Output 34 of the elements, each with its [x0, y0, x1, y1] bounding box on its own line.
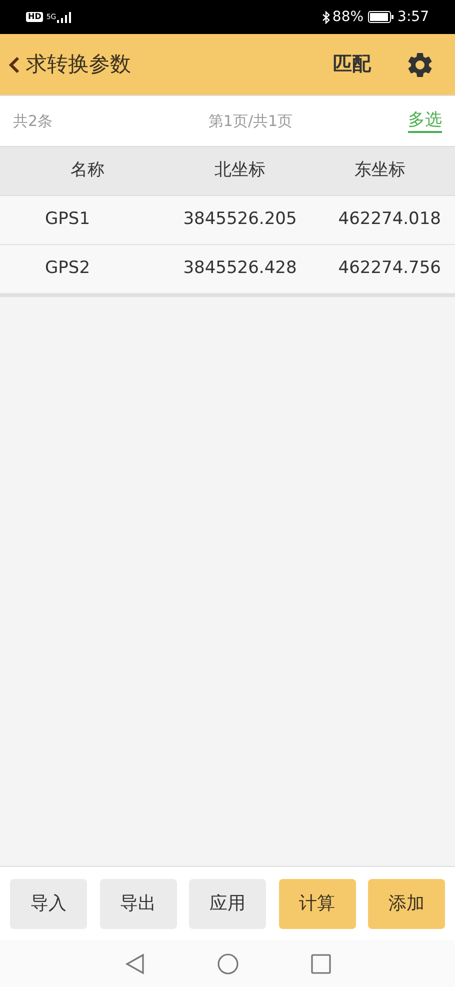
column-header: 北坐标 [214, 159, 266, 182]
recents-nav-icon [310, 954, 330, 974]
page-indicator: 第1页/共1页 [207, 110, 294, 132]
action-button[interactable]: 导入 [10, 878, 87, 928]
signal-icon [57, 12, 72, 22]
column-header: 东坐标 [354, 159, 406, 182]
home-nav-button[interactable] [216, 952, 238, 974]
action-button[interactable]: 添加 [368, 878, 445, 928]
home-nav-icon [216, 952, 238, 974]
table-cell-text: 462274.018 [337, 208, 442, 232]
battery-icon [368, 11, 394, 23]
action-button[interactable]: 计算 [278, 878, 356, 928]
table-cell-text: GPS2 [44, 257, 92, 280]
record-count: 共2条 [13, 110, 54, 132]
action-button[interactable]: 导出 [100, 878, 176, 928]
back-nav-icon [124, 952, 144, 974]
table-cell-text: 3845526.205 [182, 208, 298, 232]
clock: 3:57 [398, 8, 429, 26]
table-row[interactable]: GPS1 3845526.205 462274.018 [0, 196, 455, 245]
match-button[interactable]: 匹配 [333, 50, 371, 79]
bluetooth-icon [322, 10, 330, 24]
table-row[interactable]: GPS2 3845526.428 462274.756 [0, 245, 455, 294]
page-title: 求转换参数 [26, 50, 131, 78]
back-nav-button[interactable] [124, 952, 144, 974]
recents-nav-button[interactable] [310, 954, 330, 974]
action-button[interactable]: 应用 [189, 878, 266, 928]
back-icon [8, 56, 20, 74]
network-badge: HD [26, 12, 44, 22]
column-header: 名称 [70, 159, 106, 182]
battery-percent: 88% [332, 8, 364, 26]
back-button[interactable] [8, 56, 20, 74]
table-cell-text: 462274.756 [337, 257, 442, 280]
table-cell-text: 3845526.428 [182, 257, 298, 280]
table-cell-text: GPS1 [44, 208, 92, 232]
